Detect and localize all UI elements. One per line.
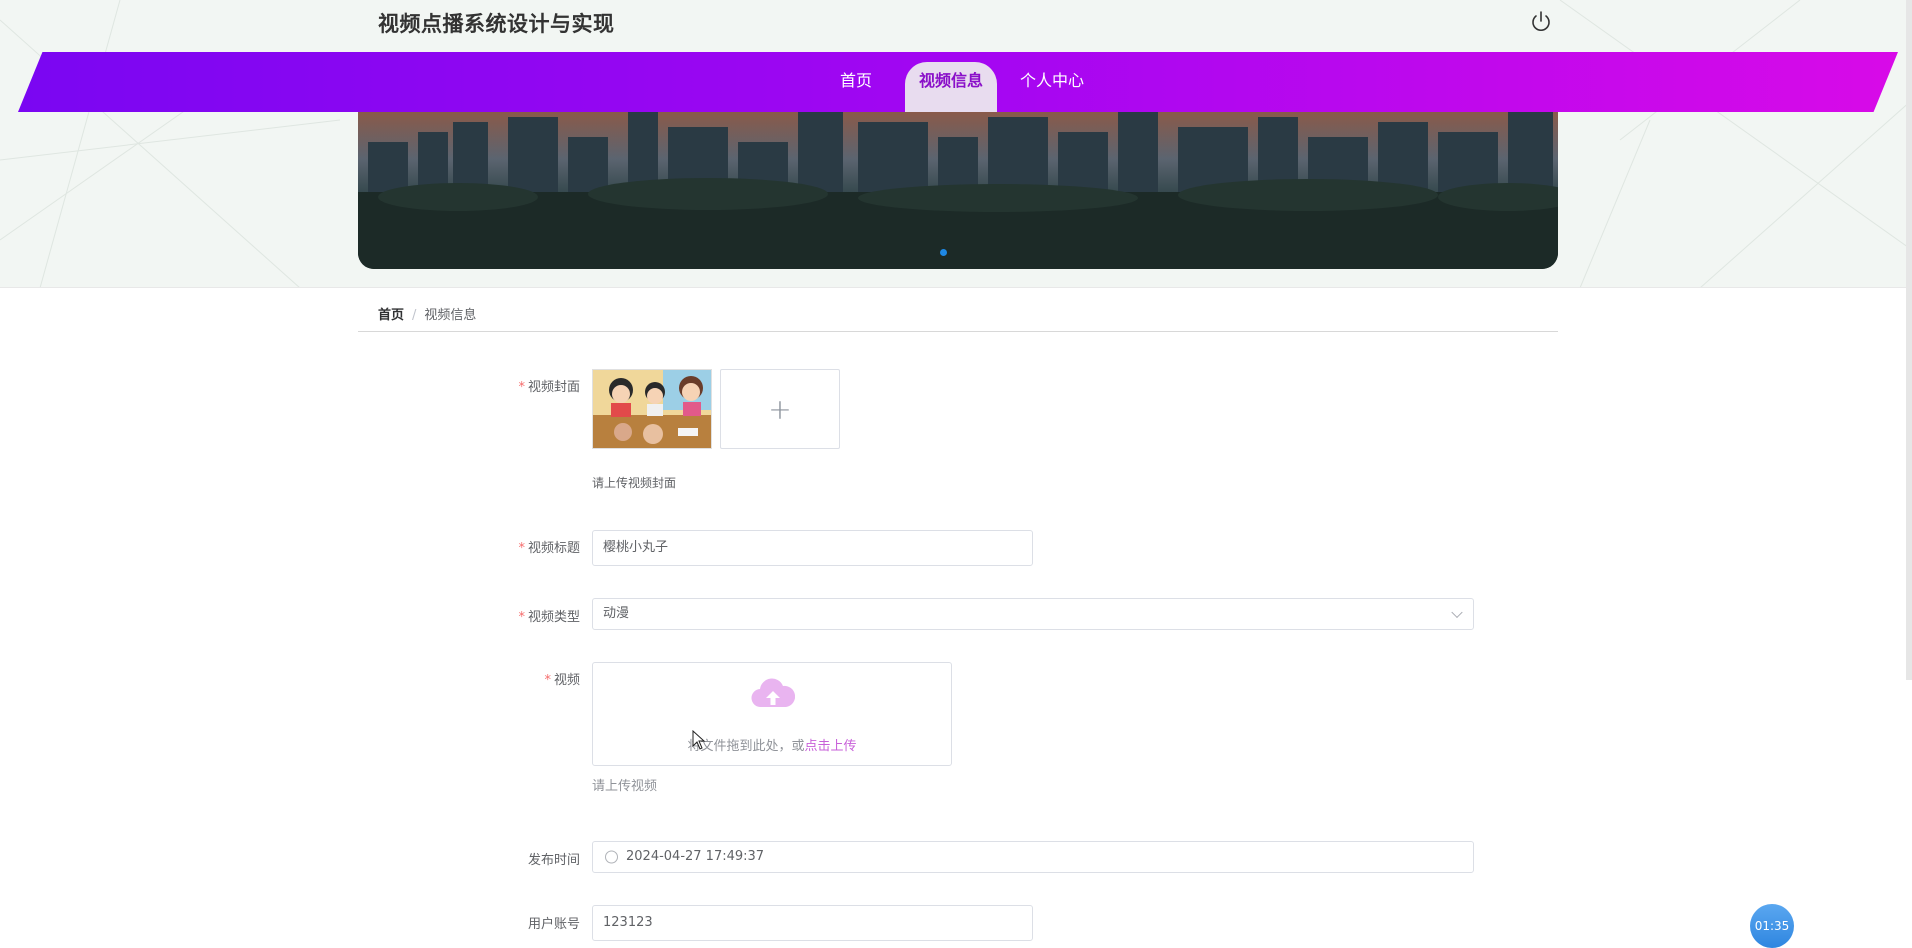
- title-label: * 视频标题: [518, 541, 580, 556]
- publish-time-value: 2024-04-27 17:49:37: [626, 849, 765, 864]
- title-input[interactable]: 樱桃小丸子: [592, 530, 1033, 566]
- breadcrumb-separator: /: [412, 308, 417, 323]
- clock-icon: [605, 850, 618, 864]
- nav-item-video-info[interactable]: 视频信息: [905, 62, 997, 112]
- header-divider: [0, 287, 1912, 288]
- logout-button[interactable]: [1528, 9, 1554, 35]
- video-upload-dropzone[interactable]: 将文件拖到此处，或点击上传: [592, 662, 952, 766]
- account-input[interactable]: 123123: [592, 905, 1033, 941]
- type-label: * 视频类型: [518, 610, 580, 625]
- banner-carousel[interactable]: [358, 112, 1558, 269]
- video-label: * 视频: [544, 673, 580, 688]
- cloud-upload-icon: [751, 678, 795, 708]
- carousel-indicator[interactable]: [940, 249, 947, 256]
- cover-image: [593, 370, 711, 448]
- required-mark: *: [518, 380, 525, 395]
- banner-image: [358, 112, 1558, 269]
- type-select[interactable]: 动漫: [592, 598, 1474, 630]
- power-icon: [1532, 11, 1550, 31]
- breadcrumb-divider: [358, 331, 1558, 332]
- cover-thumbnail[interactable]: [592, 369, 712, 449]
- cover-label: * 视频封面: [518, 380, 580, 395]
- mouse-cursor-icon: [692, 730, 706, 750]
- timer-badge[interactable]: 01:35: [1750, 904, 1794, 948]
- type-select-value: 动漫: [603, 606, 630, 621]
- scrollbar[interactable]: [1906, 0, 1912, 680]
- video-hint: 请上传视频: [592, 779, 658, 794]
- upload-instructions: 将文件拖到此处，或点击上传: [687, 739, 857, 754]
- breadcrumb-home[interactable]: 首页: [378, 308, 404, 323]
- chevron-down-icon: [1451, 606, 1463, 619]
- breadcrumb: 首页 / 视频信息: [378, 304, 476, 323]
- site-title: 视频点播系统设计与实现: [378, 12, 615, 36]
- publish-time-label: 发布时间: [527, 853, 580, 868]
- publish-time-picker[interactable]: 2024-04-27 17:49:37: [592, 841, 1474, 873]
- nav-item-profile[interactable]: 个人中心: [1012, 62, 1092, 112]
- plus-icon: +: [768, 392, 792, 426]
- cover-hint: 请上传视频封面: [592, 476, 677, 490]
- add-cover-button[interactable]: +: [720, 369, 840, 449]
- nav-item-home[interactable]: 首页: [826, 62, 886, 112]
- account-label: 用户账号: [527, 917, 580, 932]
- click-upload-link[interactable]: 点击上传: [805, 739, 857, 754]
- breadcrumb-current: 视频信息: [424, 308, 477, 323]
